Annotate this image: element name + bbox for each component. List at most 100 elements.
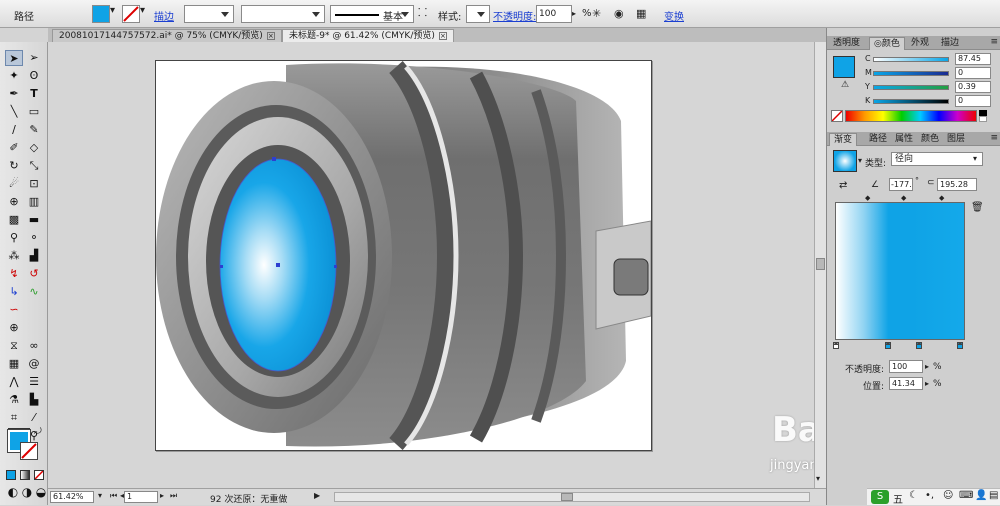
out-of-gamut-icon[interactable]: ⚠ (841, 80, 849, 90)
wave-tool-icon[interactable]: ∿ (25, 284, 43, 300)
mesh-tool-icon[interactable]: ▩ (5, 212, 23, 228)
blob-brush-tool-icon[interactable]: ✐ (5, 140, 23, 156)
variable-width-select[interactable] (241, 5, 325, 23)
channel-m-input[interactable]: 0 (955, 67, 991, 79)
stroke-swatch[interactable] (122, 5, 140, 23)
color-wheel-icon[interactable]: ◉ (614, 5, 630, 23)
free-transform-tool-icon[interactable]: ⊡ (25, 176, 43, 192)
artboard-tool-icon[interactable]: ↯ (5, 266, 23, 282)
midpoint-diamond-2-icon[interactable]: ◆ (901, 194, 906, 202)
color-fill-swatch[interactable] (833, 56, 855, 78)
scrollbar-thumb[interactable] (816, 258, 825, 270)
paintbrush-tool-icon[interactable]: ∕ (5, 122, 23, 138)
none-mode-icon[interactable] (34, 470, 44, 480)
curve-tool-icon[interactable]: ∽ (5, 302, 23, 318)
direct-selection-tool-icon[interactable]: ➢ (25, 50, 43, 66)
shape-builder-tool-icon[interactable]: ⊕ (5, 194, 23, 210)
channel-k-slider[interactable] (873, 99, 949, 104)
color-spectrum-bar[interactable] (845, 110, 977, 122)
tab-color-guide[interactable]: 颜色 (917, 133, 943, 146)
next-artboard-icon[interactable]: ▸ (160, 491, 164, 500)
vertical-scrollbar[interactable]: ▾ (814, 42, 826, 488)
eyedropper-tool-icon[interactable]: ⚲ (5, 230, 23, 246)
aspect-ratio-input[interactable]: 195.28 (937, 178, 977, 191)
anchor-point-left[interactable] (220, 265, 223, 268)
lines-tool-icon[interactable]: ☰ (25, 374, 43, 390)
gradient-preset-dropdown-icon[interactable]: ▾ (858, 156, 862, 165)
gradient-type-select[interactable]: 径向 (891, 152, 983, 166)
camera-lens-artwork[interactable] (156, 61, 652, 451)
knife-tool-icon[interactable]: ⁄ (25, 410, 43, 426)
delete-stop-icon[interactable]: 🗑 (971, 202, 984, 213)
opacity-input[interactable]: 100 (536, 5, 572, 23)
lens-release-button[interactable] (613, 258, 649, 296)
stop-location-input[interactable]: 41.34 (889, 377, 923, 390)
tab-pathfinder[interactable]: 路径 (865, 133, 891, 146)
channel-c-input[interactable]: 87.45 (955, 53, 991, 65)
tab-gradient[interactable]: 渐变 (829, 133, 858, 146)
channel-k-input[interactable]: 0 (955, 95, 991, 107)
gradient-stop-white[interactable] (833, 342, 839, 349)
angle-dropdown-icon[interactable]: ° (915, 176, 919, 185)
rotate-tool-icon[interactable]: ↻ (5, 158, 23, 174)
channel-m-slider[interactable] (873, 71, 949, 76)
stop-opacity-arrow-icon[interactable]: ▸ (925, 362, 929, 371)
tab-appearance[interactable]: 外观 (907, 37, 933, 50)
scrollbar-thumb[interactable] (561, 493, 573, 501)
panel-menu-icon[interactable]: ≡ (990, 133, 998, 143)
tab-transparency[interactable]: 透明度 (829, 37, 864, 50)
white-swatch[interactable] (979, 116, 987, 122)
type-tool-icon[interactable]: T (25, 86, 43, 102)
gradient-preview-swatch[interactable] (833, 150, 857, 172)
anchor-point-right[interactable] (334, 265, 337, 268)
midpoint-diamond-3-icon[interactable]: ◆ (939, 194, 944, 202)
grid-tool-icon[interactable]: ▦ (5, 356, 23, 372)
ime-crescent-icon[interactable]: ☾ (909, 490, 918, 501)
first-artboard-icon[interactable]: ⏮ (110, 491, 117, 501)
transform-link[interactable]: 变换 (664, 8, 684, 23)
blend-tool-icon[interactable]: ⚬ (25, 230, 43, 246)
ime-punctuation-icon[interactable]: •, (925, 490, 934, 501)
channel-c-slider[interactable] (873, 57, 949, 62)
gradient-center-anchor[interactable] (276, 263, 280, 267)
stroke-dropdown-icon[interactable]: ▾ (140, 5, 148, 23)
crop-tool-icon[interactable]: ⌗ (5, 410, 23, 426)
scale-tool-icon[interactable]: ⤡ (25, 158, 43, 174)
horizontal-scrollbar[interactable] (334, 492, 810, 502)
infinity-tool-icon[interactable]: ∞ (25, 338, 43, 354)
stop-location-arrow-icon[interactable]: ▸ (925, 379, 929, 388)
close-icon[interactable]: × (266, 31, 275, 40)
magic-wand-tool-icon[interactable]: ✦ (5, 68, 23, 84)
stroke-weight-select[interactable] (184, 5, 234, 23)
reverse-gradient-icon[interactable]: ⇄ (839, 180, 847, 191)
stroke-link[interactable]: 描边 (154, 8, 174, 23)
channel-y-slider[interactable] (873, 85, 949, 90)
eraser-tool-icon[interactable]: ◇ (25, 140, 43, 156)
lasso-tool-icon[interactable]: ʘ (25, 68, 43, 84)
gradient-mode-icon[interactable] (20, 470, 30, 480)
status-menu-arrow-icon[interactable]: ▶ (314, 491, 320, 500)
ime-mode-label[interactable]: 五 (893, 491, 903, 506)
fill-swatch[interactable] (92, 5, 110, 23)
graphic-style-select[interactable] (466, 5, 490, 23)
sogou-logo-icon[interactable]: S (871, 490, 889, 504)
column-graph-tool-icon[interactable]: ▟ (25, 248, 43, 264)
bar-tool-icon[interactable]: ▙ (25, 392, 43, 408)
tab-stroke[interactable]: 描边 (937, 37, 963, 50)
slice-tool-icon[interactable]: ↺ (25, 266, 43, 282)
ime-skin-icon[interactable]: ▤ (989, 490, 998, 501)
tab-document-2[interactable]: 未标题-9* @ 61.42% (CMYK/预览) × (282, 29, 454, 42)
gradient-stop-blue-2[interactable] (916, 342, 922, 349)
midpoint-diamond-1-icon[interactable]: ◆ (865, 194, 870, 202)
spiral-tool-icon[interactable]: @ (25, 356, 43, 372)
ime-user-icon[interactable]: 👤 (975, 490, 987, 501)
panel-menu-icon[interactable]: ≡ (990, 37, 998, 47)
angle-input[interactable]: -177. (889, 178, 913, 191)
mountain-tool-icon[interactable]: ⋀ (5, 374, 23, 390)
channel-y-input[interactable]: 0.39 (955, 81, 991, 93)
zoom-select[interactable]: 61.42% (50, 491, 94, 503)
ime-keyboard-icon[interactable]: ⌨ (959, 490, 973, 501)
ime-emoji-icon[interactable]: ☺ (943, 490, 953, 501)
fill-dropdown-icon[interactable]: ▾ (110, 5, 118, 23)
zoom-dropdown-icon[interactable]: ▾ (98, 491, 102, 500)
